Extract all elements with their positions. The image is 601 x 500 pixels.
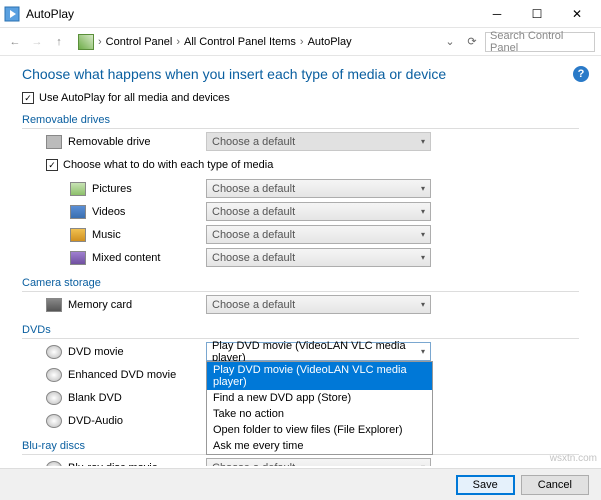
dvd-icon (46, 345, 62, 359)
dropdown-pictures[interactable]: Choose a default▾ (206, 179, 431, 198)
section-dvds: DVDs (22, 324, 579, 339)
use-autoplay-label: Use AutoPlay for all media and devices (39, 92, 230, 104)
watermark: wsxtn.com (550, 453, 597, 464)
back-button[interactable]: ← (6, 36, 24, 48)
autoplay-icon (4, 6, 20, 22)
chevron-down-icon: ▾ (421, 230, 425, 239)
row-label: DVD-Audio (68, 415, 206, 427)
music-icon (70, 228, 86, 242)
forward-button[interactable]: → (28, 36, 46, 48)
minimize-button[interactable]: ─ (477, 2, 517, 26)
close-button[interactable]: ✕ (557, 2, 597, 26)
mixed-content-icon (70, 251, 86, 265)
dvd-icon (46, 368, 62, 382)
row-label: Blu-ray disc movie (68, 462, 206, 467)
drive-icon (46, 135, 62, 149)
breadcrumb-segment[interactable]: Control Panel (106, 36, 173, 48)
menu-item[interactable]: Play DVD movie (VideoLAN VLC media playe… (207, 362, 432, 390)
bluray-icon (46, 461, 62, 467)
breadcrumb-segment[interactable]: All Control Panel Items (184, 36, 296, 48)
menu-item[interactable]: Open folder to view files (File Explorer… (207, 422, 432, 438)
chevron-down-icon[interactable]: ⌄ (441, 35, 459, 48)
chevron-right-icon: › (96, 36, 104, 48)
chevron-down-icon: ▾ (421, 463, 425, 466)
content-area: ? Choose what happens when you insert ea… (0, 56, 601, 466)
dropdown-memory-card[interactable]: Choose a default▾ (206, 295, 431, 314)
help-icon[interactable]: ? (573, 66, 589, 82)
section-camera-storage: Camera storage (22, 277, 579, 292)
dvd-icon (46, 414, 62, 428)
breadcrumb-segment[interactable]: AutoPlay (308, 36, 352, 48)
pictures-icon (70, 182, 86, 196)
chevron-down-icon: ▾ (421, 347, 425, 356)
refresh-button[interactable]: ⟳ (463, 35, 481, 48)
chevron-down-icon: ▾ (421, 300, 425, 309)
breadcrumb[interactable]: › Control Panel › All Control Panel Item… (72, 34, 437, 50)
dropdown-dvd-movie[interactable]: Play DVD movie (VideoLAN VLC media playe… (206, 342, 431, 361)
selected-value: Play DVD movie (VideoLAN VLC media playe… (212, 340, 421, 364)
use-autoplay-checkbox[interactable]: ✓ (22, 92, 34, 104)
up-button[interactable]: ↑ (50, 36, 68, 48)
menu-item[interactable]: Take no action (207, 406, 432, 422)
memory-card-icon (46, 298, 62, 312)
row-label: Mixed content (92, 252, 206, 264)
dropdown-bluray-movie[interactable]: Choose a default▾ (206, 458, 431, 466)
row-label: DVD movie (68, 346, 206, 358)
row-label: Blank DVD (68, 392, 206, 404)
row-label: Pictures (92, 183, 206, 195)
page-heading: Choose what happens when you insert each… (22, 66, 579, 82)
window-title: AutoPlay (26, 7, 477, 21)
row-label: Enhanced DVD movie (68, 369, 206, 381)
save-button[interactable]: Save (456, 475, 515, 495)
row-removable-drive: Removable drive Choose a default▾ (22, 132, 579, 151)
search-placeholder: Search Control Panel (490, 30, 590, 54)
row-label: Videos (92, 206, 206, 218)
dropdown-mixed-content[interactable]: Choose a default▾ (206, 248, 431, 267)
chevron-down-icon: ▾ (421, 184, 425, 193)
menu-item[interactable]: Find a new DVD app (Store) (207, 390, 432, 406)
chevron-down-icon: ▾ (421, 207, 425, 216)
chevron-down-icon: ▾ (421, 253, 425, 262)
dropdown-videos[interactable]: Choose a default▾ (206, 202, 431, 221)
section-removable-drives: Removable drives (22, 114, 579, 129)
search-input[interactable]: Search Control Panel (485, 32, 595, 52)
dropdown-menu: Play DVD movie (VideoLAN VLC media playe… (206, 361, 433, 455)
chevron-right-icon: › (174, 36, 182, 48)
title-bar: AutoPlay ─ ☐ ✕ (0, 0, 601, 28)
menu-item[interactable]: Ask me every time (207, 438, 432, 454)
videos-icon (70, 205, 86, 219)
dvd-icon (46, 391, 62, 405)
nav-bar: ← → ↑ › Control Panel › All Control Pane… (0, 28, 601, 56)
choose-each-type-checkbox[interactable]: ✓ (46, 159, 58, 171)
row-label: Removable drive (68, 136, 206, 148)
control-panel-icon (78, 34, 94, 50)
footer: Save Cancel (0, 468, 601, 500)
row-label: Memory card (68, 299, 206, 311)
chevron-right-icon: › (298, 36, 306, 48)
dropdown-music[interactable]: Choose a default▾ (206, 225, 431, 244)
choose-each-type-label: Choose what to do with each type of medi… (63, 159, 273, 171)
row-label: Music (92, 229, 206, 241)
maximize-button[interactable]: ☐ (517, 2, 557, 26)
dropdown-removable-drive[interactable]: Choose a default▾ (206, 132, 431, 151)
cancel-button[interactable]: Cancel (521, 475, 589, 495)
chevron-down-icon: ▾ (421, 137, 425, 146)
